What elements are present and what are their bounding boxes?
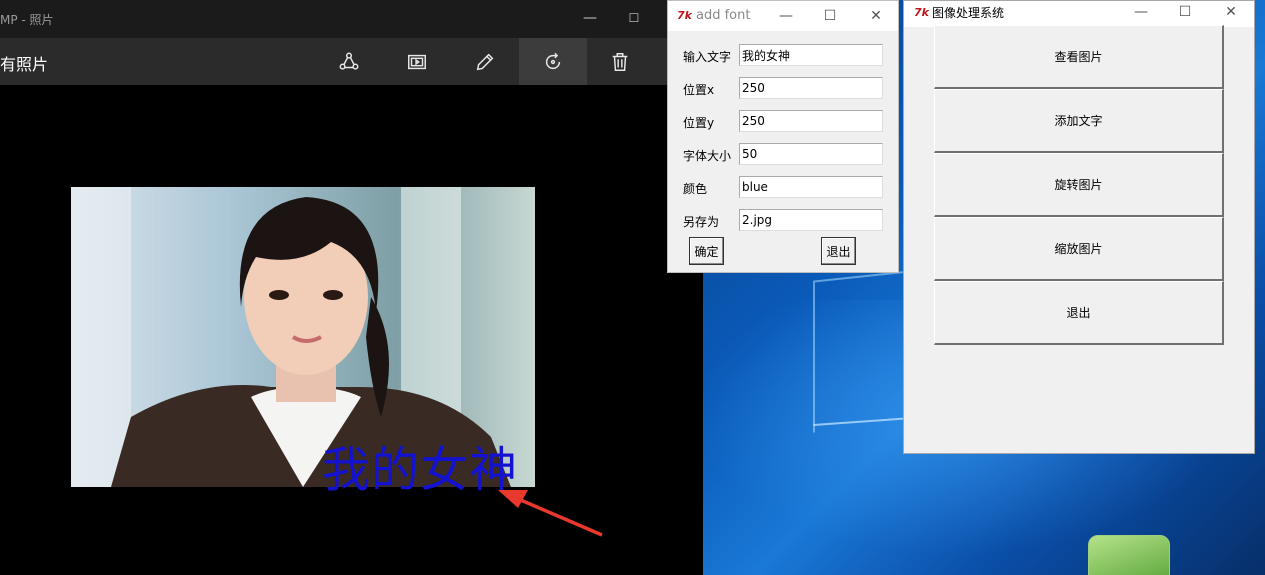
annotation-arrow xyxy=(498,490,603,537)
edit-icon xyxy=(476,53,494,70)
photo-caption-text: 我的女神 xyxy=(322,442,519,498)
close-button[interactable]: ✕ xyxy=(865,5,887,27)
share-icon xyxy=(339,52,359,70)
font-size-label: 字体大小 xyxy=(683,149,732,163)
delete-button[interactable] xyxy=(590,38,650,85)
scale-image-button[interactable]: 缩放图片 xyxy=(934,217,1224,281)
share-button[interactable] xyxy=(319,38,379,85)
photos-minimize-button[interactable]: — xyxy=(580,6,600,30)
main-window-title: 图像处理系统 xyxy=(932,6,1005,20)
confirm-button[interactable]: 确定 xyxy=(689,237,724,265)
maximize-button[interactable]: ☐ xyxy=(819,5,841,27)
position-y-input[interactable] xyxy=(739,110,883,132)
add-font-titlebar: 7k add font — ☐ ✕ xyxy=(668,1,898,31)
photos-app-window: MP - 照片 — ☐ 有照片 我的女神 xyxy=(0,0,703,575)
tk-feather-icon: 7k xyxy=(914,6,929,19)
image-processing-window: 7k 图像处理系统 — ☐ ✕ 查看图片 添加文字 旋转图片 缩放图片 退出 xyxy=(903,0,1255,454)
main-window-titlebar: 7k 图像处理系统 — ☐ ✕ xyxy=(904,1,1254,27)
rotate-button[interactable] xyxy=(519,38,587,85)
add-font-title: add font xyxy=(696,8,751,23)
position-y-label: 位置y xyxy=(683,116,715,130)
position-x-label: 位置x xyxy=(683,83,715,97)
minimize-button[interactable]: — xyxy=(775,5,797,27)
color-label: 颜色 xyxy=(683,182,708,196)
font-size-input[interactable] xyxy=(739,143,883,165)
slideshow-icon xyxy=(408,54,426,69)
exit-button[interactable]: 退出 xyxy=(821,237,856,265)
save-as-label: 另存为 xyxy=(683,215,720,229)
edit-button[interactable] xyxy=(455,38,515,85)
photos-album-label[interactable]: 有照片 xyxy=(0,51,48,75)
save-as-input[interactable] xyxy=(739,209,883,231)
slideshow-button[interactable] xyxy=(387,38,447,85)
photos-window-title: MP - 照片 xyxy=(0,13,54,27)
quit-button[interactable]: 退出 xyxy=(934,281,1224,345)
position-x-input[interactable] xyxy=(739,77,883,99)
rotate-image-button[interactable]: 旋转图片 xyxy=(934,153,1224,217)
color-input[interactable] xyxy=(739,176,883,198)
add-text-button[interactable]: 添加文字 xyxy=(934,89,1224,153)
rotate-icon xyxy=(545,52,561,69)
desktop-app-icon[interactable] xyxy=(1088,535,1170,575)
text-field-label: 输入文字 xyxy=(683,50,732,64)
maximize-button[interactable]: ☐ xyxy=(1174,1,1196,23)
add-font-dialog: 7k add font — ☐ ✕ 输入文字 位置x 位置y 字体大小 颜色 另… xyxy=(667,0,899,273)
view-image-button[interactable]: 查看图片 xyxy=(934,25,1224,89)
text-input[interactable] xyxy=(739,44,883,66)
delete-icon xyxy=(612,52,628,71)
minimize-button[interactable]: — xyxy=(1130,1,1152,23)
tk-feather-icon: 7k xyxy=(677,9,692,22)
close-button[interactable]: ✕ xyxy=(1220,1,1242,23)
photos-maximize-button[interactable]: ☐ xyxy=(624,6,644,30)
